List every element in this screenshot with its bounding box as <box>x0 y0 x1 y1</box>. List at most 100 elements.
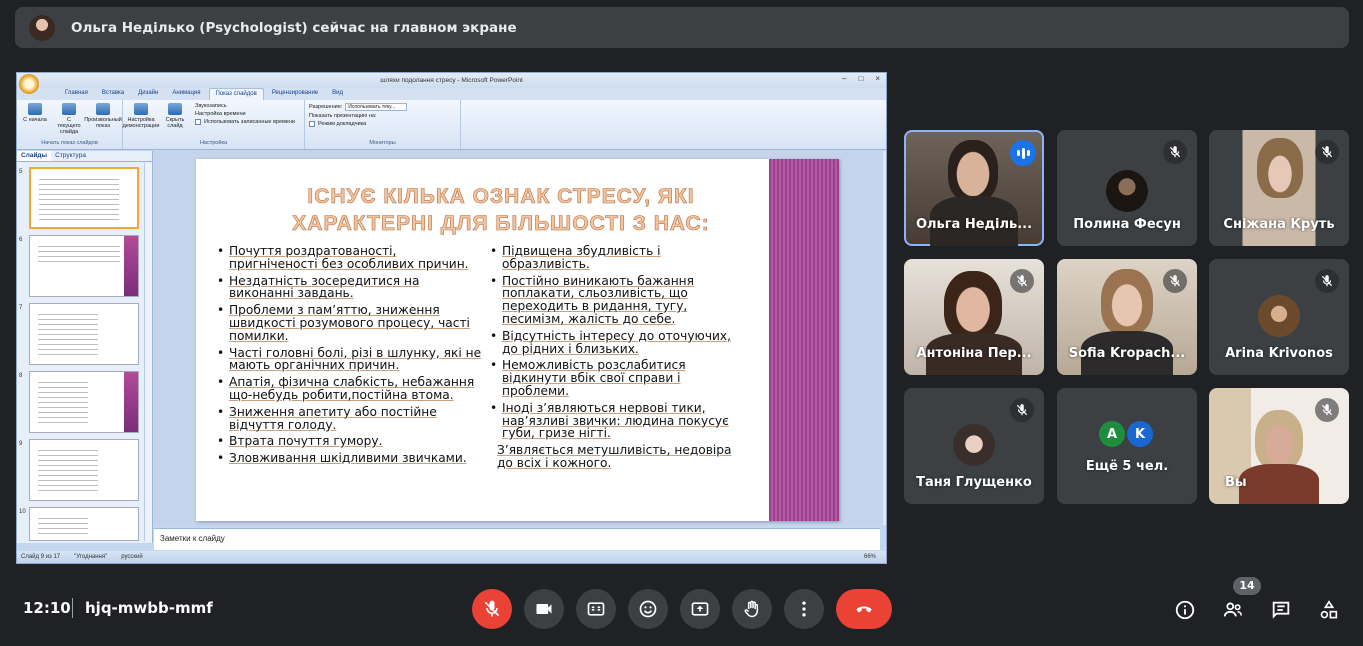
slide-stage: ІСНУЄ КІЛЬКА ОЗНАК СТРЕСУ, ЯКІ ХАРАКТЕРНІ… <box>154 151 880 525</box>
participant-tile[interactable]: Сніжана Круть <box>1209 130 1349 246</box>
slide-bullet: Нездатність зосередитися на виконанні за… <box>216 274 484 301</box>
present-button[interactable] <box>680 589 720 629</box>
ppt-tab: Дизайн <box>138 90 159 96</box>
more-participants-label: Ещё 5 чел. <box>1085 459 1169 474</box>
divider <box>72 598 73 618</box>
checkbox-icon <box>195 119 201 125</box>
slide-decoration <box>769 159 839 521</box>
camera-toggle-button[interactable] <box>524 589 564 629</box>
info-icon <box>1175 600 1195 620</box>
chat-button[interactable] <box>1269 598 1293 622</box>
hangup-icon <box>856 606 872 613</box>
participant-tile[interactable]: Таня Глущенко <box>904 388 1044 504</box>
slide-bullet: Відсутність інтересу до оточуючих, до рі… <box>489 329 749 356</box>
ribbon-item: С текущего слайда <box>55 103 83 135</box>
status-lang: русский <box>121 554 143 560</box>
mic-off-icon <box>1315 398 1339 422</box>
ppt-ribbon-tabs: Главная Вставка Дизайн Анимация Показ сл… <box>17 88 886 100</box>
status-theme: "Угоднання" <box>74 554 108 560</box>
participant-video <box>1257 138 1303 198</box>
participant-name: Sofia Kropach... <box>1068 346 1186 361</box>
mic-off-icon <box>1315 140 1339 164</box>
mic-off-icon <box>1010 398 1034 422</box>
more-icon <box>802 601 806 617</box>
pane-scrollbar <box>144 163 152 541</box>
participant-tile[interactable]: Sofia Kropach... <box>1057 259 1197 375</box>
ppt-statusbar: Слайд 9 из 17 "Угоднання" русский 66% <box>17 551 886 563</box>
meeting-details-button[interactable] <box>1173 598 1197 622</box>
slide-bullet: Почуття роздратованості, пригніченості б… <box>216 245 484 271</box>
participant-tile[interactable]: Ольга Неділь... <box>904 130 1044 246</box>
slide-bullet: Постійно виникають бажання поплакати, сл… <box>489 274 749 326</box>
presenter-row: Режим докладчика <box>309 121 456 127</box>
slides-pane: Слайды Структура 5 6 7 8 9 10 <box>17 151 153 543</box>
activities-button[interactable] <box>1317 598 1341 622</box>
speaking-indicator-icon <box>1010 140 1036 166</box>
activities-icon <box>1320 600 1338 619</box>
more-options-button[interactable] <box>784 589 824 629</box>
slide-thumbnail <box>29 167 139 229</box>
mic-off-icon <box>1163 140 1187 164</box>
participant-tile[interactable]: Вы <box>1209 388 1349 504</box>
slide-bullet: Зловживання шкідливими звичками. <box>216 452 484 465</box>
mic-toggle-button[interactable] <box>472 589 512 629</box>
resolution-row: Разрешение: Использовать теку... <box>309 103 456 111</box>
participant-tile[interactable]: Полина Фесун <box>1057 130 1197 246</box>
slide-bullet: Підвищена збудливість і образливість. <box>489 245 749 271</box>
pane-tab-outline: Структура <box>55 152 86 159</box>
window-buttons: – □ × <box>842 74 880 83</box>
minimize-icon: – <box>842 74 847 83</box>
slide-notes: Заметки к слайду <box>154 528 880 550</box>
slide-bullet: Зниження апетиту або постійне відчуття г… <box>216 405 484 432</box>
thumb-number: 9 <box>19 441 23 447</box>
participant-video <box>1255 410 1303 470</box>
ppt-tab-active: Показ слайдов <box>208 88 264 100</box>
ppt-ribbon: С начала С текущего слайда Произвольный … <box>17 100 886 150</box>
presenting-banner: Ольга Неділько (Psychologist) сейчас на … <box>15 7 1349 48</box>
thumb-number: 5 <box>19 169 23 175</box>
participant-name: Ольга Неділь... <box>915 217 1033 232</box>
avatar-initial: K <box>1127 421 1153 447</box>
people-icon <box>1223 602 1243 617</box>
participant-video <box>1101 269 1153 335</box>
meeting-code: hjq-mwbb-mmf <box>85 599 213 617</box>
participant-name: Сніжана Круть <box>1223 217 1335 232</box>
hand-icon <box>744 600 759 618</box>
show-on-row: Показать презентацию на: <box>309 113 377 119</box>
slide-bullet: Іноді з’являються нервові тики, нав’язли… <box>489 401 749 440</box>
pane-tab-slides: Слайды <box>17 151 52 161</box>
slide-bullet: Втрата почуття гумору. <box>216 435 484 448</box>
hide-slide-icon <box>168 103 182 115</box>
captions-button[interactable] <box>576 589 616 629</box>
more-participants-tile[interactable]: A K Ещё 5 чел. <box>1057 388 1197 504</box>
ribbon-item: Произвольный показ <box>84 103 122 135</box>
close-icon: × <box>875 74 880 83</box>
slide-left-list: Почуття роздратованості, пригніченості б… <box>216 245 484 469</box>
ppt-titlebar: шляхи подолання стресу - Microsoft Power… <box>17 73 886 88</box>
resolution-select: Использовать теку... <box>345 103 408 111</box>
emoji-icon <box>639 600 657 618</box>
custom-show-icon <box>96 103 110 115</box>
setup-show-icon <box>134 103 148 115</box>
participant-name: Arina Krivonos <box>1225 346 1333 361</box>
slide-bullet: Апатія, фізична слабкість, небажання що-… <box>216 376 484 402</box>
ribbon-group-setup: Настройка демонстрации Скрыть слайд Звук… <box>123 100 305 149</box>
participant-tile[interactable]: Антоніна Пер... <box>904 259 1044 375</box>
maximize-icon: □ <box>858 74 864 83</box>
shared-screen: шляхи подолання стресу - Microsoft Power… <box>16 72 887 564</box>
slideshow-current-icon <box>62 103 76 115</box>
people-button[interactable] <box>1221 598 1245 622</box>
participant-avatar <box>1106 170 1148 212</box>
thumb-number: 6 <box>19 237 23 243</box>
mic-off-icon <box>1010 269 1034 293</box>
camera-icon <box>536 604 552 614</box>
raise-hand-button[interactable] <box>732 589 772 629</box>
slideshow-icon <box>28 103 42 115</box>
avatar-initial: A <box>1099 421 1125 447</box>
more-avatars: A K <box>1099 421 1153 447</box>
reactions-button[interactable] <box>628 589 668 629</box>
participant-tile[interactable]: Arina Krivonos <box>1209 259 1349 375</box>
presenting-text: Ольга Неділько (Psychologist) сейчас на … <box>71 19 517 36</box>
leave-call-button[interactable] <box>836 589 892 629</box>
slide-thumbnail <box>29 507 139 541</box>
